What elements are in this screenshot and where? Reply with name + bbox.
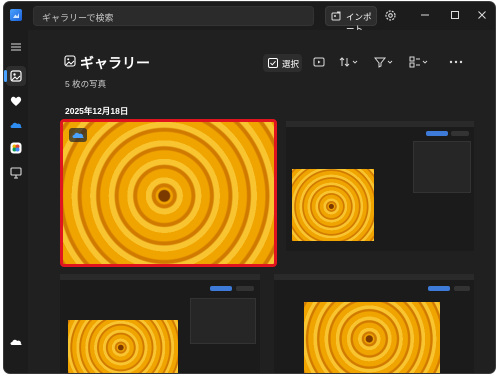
photo-tile-rose-selected[interactable] bbox=[60, 119, 277, 267]
photo-count: 5 枚の写真 bbox=[65, 79, 107, 89]
photos-app-icon bbox=[10, 9, 22, 21]
slideshow-icon[interactable] bbox=[313, 56, 325, 68]
search-input[interactable]: ギャラリーで検索 bbox=[33, 6, 314, 26]
thumb-button-2 bbox=[451, 131, 469, 136]
photo-tile-screenshot-3[interactable] bbox=[274, 274, 474, 373]
thumb-button bbox=[426, 131, 448, 136]
thumb-button-2 bbox=[236, 286, 254, 291]
maximize-icon[interactable] bbox=[448, 8, 462, 22]
sidebar-item-gallery[interactable] bbox=[9, 69, 23, 83]
thumb-button-2 bbox=[454, 286, 470, 291]
gallery-title-icon bbox=[64, 55, 76, 67]
select-button[interactable]: 選択 bbox=[263, 54, 302, 72]
import-button[interactable]: インポート bbox=[325, 6, 377, 34]
settings-gear-icon[interactable] bbox=[384, 9, 397, 22]
page-title: ギャラリー bbox=[80, 55, 150, 71]
onedrive-cloud-icon bbox=[72, 132, 84, 138]
thumb-rose-image bbox=[68, 320, 178, 373]
cloud-sync-badge bbox=[69, 128, 87, 142]
filter-icon[interactable] bbox=[374, 56, 394, 68]
sidebar-item-this-pc[interactable] bbox=[9, 166, 23, 180]
gallery-window: ギャラリーで検索 インポート ギャラリー 5 枚の写真 2025年12月18日 … bbox=[4, 2, 495, 373]
close-icon[interactable] bbox=[475, 8, 489, 22]
date-header: 2025年12月18日 bbox=[65, 106, 129, 116]
search-placeholder: ギャラリーで検索 bbox=[42, 13, 114, 23]
thumb-panel bbox=[413, 141, 471, 193]
sidebar-active-indicator bbox=[4, 70, 7, 82]
sort-icon[interactable] bbox=[339, 56, 359, 68]
thumb-rose-image bbox=[292, 169, 374, 241]
import-icon bbox=[331, 11, 341, 21]
thumb-panel bbox=[190, 298, 256, 344]
thumb-titlebar bbox=[286, 121, 474, 127]
thumb-button bbox=[428, 286, 450, 291]
sidebar-item-favorites[interactable] bbox=[9, 94, 23, 108]
photo-tile-screenshot-2[interactable] bbox=[60, 274, 260, 373]
sidebar-item-onedrive[interactable] bbox=[9, 118, 23, 132]
photo-tile-screenshot-1[interactable] bbox=[286, 121, 474, 251]
thumb-titlebar bbox=[274, 274, 474, 280]
checkbox-icon bbox=[268, 58, 278, 68]
thumb-titlebar bbox=[60, 274, 260, 280]
view-layout-icon[interactable] bbox=[409, 56, 429, 68]
sidebar-cloud-account-icon[interactable] bbox=[9, 335, 23, 349]
title-bar: ギャラリーで検索 インポート bbox=[4, 2, 495, 34]
sidebar-item-icloud[interactable] bbox=[9, 141, 23, 155]
select-label: 選択 bbox=[282, 59, 300, 69]
thumb-rose-image bbox=[304, 302, 440, 373]
thumb-button bbox=[210, 286, 232, 291]
main-content: ギャラリー 5 枚の写真 2025年12月18日 選択 bbox=[28, 30, 495, 373]
minimize-icon[interactable] bbox=[418, 8, 432, 22]
menu-hamburger-icon[interactable] bbox=[9, 40, 23, 54]
more-options-icon[interactable] bbox=[449, 56, 463, 68]
navigation-sidebar bbox=[4, 30, 28, 373]
